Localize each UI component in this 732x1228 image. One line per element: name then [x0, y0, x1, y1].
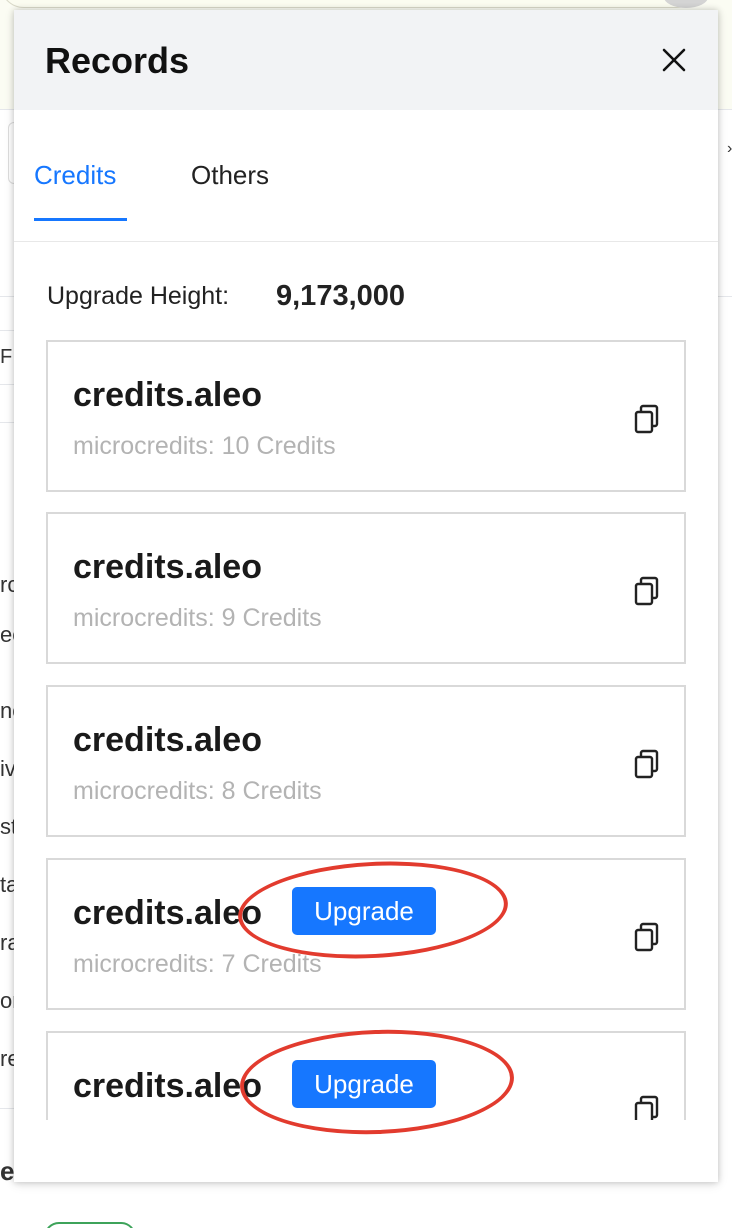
record-title: credits.aleo: [73, 548, 262, 586]
background-text: F: [0, 346, 13, 368]
upgrade-height-label: Upgrade Height:: [47, 282, 230, 310]
upgrade-button[interactable]: Upgrade: [292, 1060, 436, 1108]
record-title: credits.aleo: [73, 1067, 262, 1105]
copy-icon[interactable]: [634, 404, 660, 434]
records-list[interactable]: credits.aleo microcredits: 10 Credits cr…: [46, 340, 686, 1120]
record-title: credits.aleo: [73, 721, 262, 759]
record-balance: microcredits: 7 Credits: [73, 950, 322, 978]
background-text: e: [0, 1156, 15, 1186]
upgrade-button[interactable]: Upgrade: [292, 887, 436, 935]
records-drawer: Records Credits Others Upgrade Height: 9…: [14, 10, 718, 1182]
record-title: credits.aleo: [73, 376, 262, 414]
copy-icon[interactable]: [634, 749, 660, 779]
background-search-pill: [0, 0, 700, 8]
record-card[interactable]: credits.aleo microcredits: 7 Credits Upg…: [46, 858, 686, 1010]
record-title: credits.aleo: [73, 894, 262, 932]
record-balance: microcredits: 10 Credits: [73, 432, 336, 460]
tab-credits[interactable]: Credits: [34, 160, 116, 191]
background-status-pill: [44, 1222, 136, 1228]
record-card[interactable]: credits.aleo microcredits: 10 Credits: [46, 340, 686, 492]
close-icon: [662, 48, 686, 72]
record-tabs: Credits Others: [14, 110, 718, 242]
drawer-title: Records: [45, 40, 190, 81]
upgrade-height-value: 9,173,000: [276, 280, 406, 312]
record-balance: microcredits: 8 Credits: [73, 777, 322, 805]
close-button[interactable]: [658, 44, 690, 76]
copy-icon[interactable]: [634, 1095, 660, 1120]
record-card[interactable]: credits.aleo Upgrade: [46, 1031, 686, 1120]
copy-icon[interactable]: [634, 922, 660, 952]
record-card[interactable]: credits.aleo microcredits: 9 Credits: [46, 512, 686, 664]
active-tab-indicator: [34, 218, 127, 221]
drawer-header: Records: [14, 10, 718, 110]
background-chevron-icon: ›: [727, 140, 732, 157]
tab-others[interactable]: Others: [191, 160, 269, 191]
record-balance: microcredits: 9 Credits: [73, 604, 322, 632]
record-card[interactable]: credits.aleo microcredits: 8 Credits: [46, 685, 686, 837]
copy-icon[interactable]: [634, 576, 660, 606]
